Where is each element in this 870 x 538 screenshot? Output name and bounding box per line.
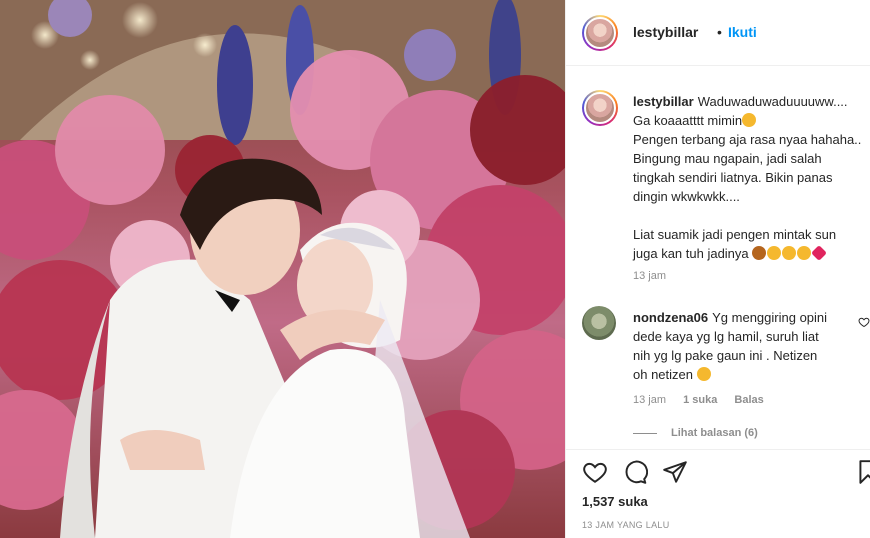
reply-button[interactable]: Balas bbox=[734, 394, 763, 406]
comment-line: nih yg lg pake gaun ini . Netizen bbox=[633, 348, 818, 363]
header-separator: • bbox=[717, 24, 722, 40]
caption-line: Liat suamik jadi pengen mintak sun bbox=[633, 227, 837, 242]
comment-icon[interactable] bbox=[622, 459, 648, 485]
share-icon[interactable] bbox=[662, 459, 688, 485]
post-header: lestybillar • Ikuti bbox=[566, 0, 870, 66]
caption-line: tingkah sendiri liatnya. Bikin panas bbox=[633, 170, 833, 185]
comment-line: dede kaya yg lg hamil, suruh liat bbox=[633, 329, 819, 344]
comment-username[interactable]: nondzena06 bbox=[633, 310, 708, 325]
caption-avatar[interactable] bbox=[582, 90, 618, 126]
post-timestamp: 13 JAM YANG LALU bbox=[582, 520, 670, 530]
comment-text: nondzena06 Yg menggiring opini dede kaya … bbox=[633, 308, 858, 384]
comments-list[interactable]: lestybillar Waduwaduwaduuuuww.... Ga koaa… bbox=[566, 66, 870, 451]
heart-emoji-icon bbox=[811, 245, 828, 261]
like-count[interactable]: 1,537 suka bbox=[582, 494, 648, 509]
caption-username[interactable]: lestybillar bbox=[633, 94, 694, 109]
caption-line bbox=[633, 206, 868, 225]
author-username[interactable]: lestybillar bbox=[633, 24, 698, 40]
scream-cat-emoji-icon bbox=[696, 367, 711, 381]
caption-line: Pengen terbang aja rasa nyaa hahaha.. bbox=[633, 132, 862, 147]
laughing-emoji-icon bbox=[797, 246, 812, 260]
comment-like-count[interactable]: 1 suka bbox=[683, 394, 717, 406]
view-replies-button[interactable]: Lihat balasan (6) bbox=[633, 427, 758, 439]
post-side-panel: lestybillar • Ikuti lestybillar Waduwaduw… bbox=[565, 0, 870, 538]
laughing-emoji-icon bbox=[782, 246, 797, 260]
caption-line: dingin wkwkwkk.... bbox=[633, 189, 740, 204]
caption-line: Waduwaduwaduuuuww.... bbox=[697, 94, 848, 109]
action-bar: 1,537 suka 13 JAM YANG LALU bbox=[566, 449, 870, 538]
heart-icon[interactable] bbox=[582, 459, 608, 485]
follow-button[interactable]: Ikuti bbox=[728, 24, 757, 40]
comment-time: 13 jam bbox=[633, 394, 667, 406]
post-photo[interactable] bbox=[0, 0, 565, 538]
comment-meta: 13 jam 1 suka Balas bbox=[633, 394, 778, 406]
caption-line: Bingung mau ngapain, jadi salah bbox=[633, 151, 822, 166]
caption-meta: 13 jam bbox=[633, 270, 680, 282]
comment-like-heart-icon[interactable] bbox=[858, 316, 870, 328]
surprised-emoji-icon bbox=[742, 113, 757, 127]
comment-line: oh netizen bbox=[633, 367, 693, 382]
caption-line: juga kan tuh jadinya bbox=[633, 246, 749, 261]
caption-text: lestybillar Waduwaduwaduuuuww.... Ga koaa… bbox=[633, 92, 868, 263]
laughing-emoji-icon bbox=[767, 246, 782, 260]
bookmark-icon[interactable] bbox=[858, 459, 870, 485]
view-replies-label: Lihat balasan (6) bbox=[671, 427, 758, 439]
wedding-photo-illustration bbox=[0, 0, 565, 538]
monkey-emoji-icon bbox=[752, 246, 767, 260]
caption-time: 13 jam bbox=[633, 270, 667, 282]
commenter-avatar[interactable] bbox=[582, 306, 616, 340]
author-avatar[interactable] bbox=[582, 15, 618, 51]
replies-divider bbox=[633, 432, 657, 434]
caption-line: Ga koaaatttt mimin bbox=[633, 113, 743, 128]
comment-line: Yg menggiring opini bbox=[712, 310, 828, 325]
